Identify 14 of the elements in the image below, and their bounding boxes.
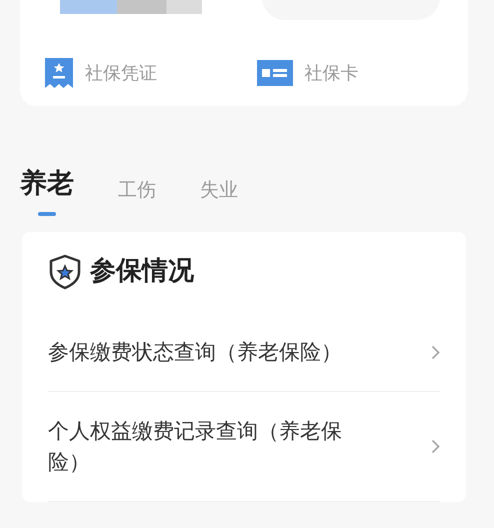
tab[interactable]: 工伤	[118, 164, 156, 204]
tab[interactable]: 失业	[200, 164, 238, 204]
shortcut-link[interactable]: 社保卡	[304, 60, 358, 86]
menu-item[interactable]: 参保缴费状态查询（养老保险）	[48, 313, 440, 392]
section-title: 参保情况	[90, 255, 194, 288]
chevron-icon	[431, 344, 440, 360]
shield-icon	[48, 254, 82, 290]
shortcut-link[interactable]: 社保凭证	[85, 60, 157, 86]
ribbon-badge-icon	[45, 58, 73, 88]
tab[interactable]: 养老	[20, 164, 74, 204]
id-card-icon	[256, 60, 292, 86]
tab-indicator	[38, 212, 56, 216]
chevron-icon	[431, 439, 440, 454]
menu-item[interactable]: 个人权益缴费记录查询（养老保险）	[48, 392, 440, 502]
